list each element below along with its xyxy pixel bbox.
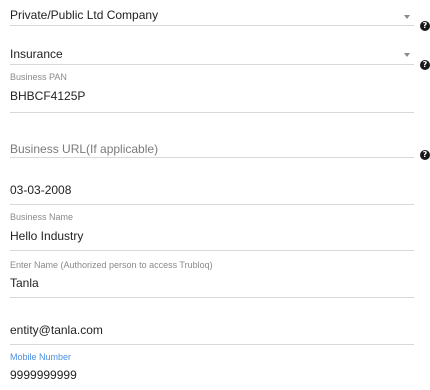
mobile-number-input[interactable]: 9999999999	[10, 368, 77, 382]
business-name-field[interactable]: Business Name Hello Industry	[10, 212, 414, 252]
industry-select[interactable]: Insurance	[10, 45, 414, 65]
business-url-field[interactable]: Business URL(If applicable)	[10, 140, 414, 160]
company-type-value: Private/Public Ltd Company	[10, 8, 159, 22]
business-pan-input[interactable]: BHBCF4125P	[10, 89, 85, 103]
authorized-name-input[interactable]: Tanla	[10, 276, 39, 290]
help-icon[interactable]: ?	[420, 60, 430, 70]
business-url-input[interactable]: Business URL(If applicable)	[10, 142, 158, 156]
email-underline	[10, 344, 414, 345]
business-url-underline	[10, 157, 414, 158]
business-pan-label: Business PAN	[10, 72, 67, 82]
industry-value: Insurance	[10, 47, 63, 61]
industry-underline	[10, 64, 414, 65]
incorporation-date-underline	[10, 204, 414, 205]
business-details-form: Private/Public Ltd Company ? Insurance ?…	[0, 0, 430, 390]
mobile-number-label: Mobile Number	[10, 352, 72, 362]
business-name-label: Business Name	[10, 212, 74, 222]
authorized-name-underline	[10, 297, 414, 298]
business-pan-field[interactable]: Business PAN BHBCF4125P	[10, 72, 414, 114]
chevron-down-icon[interactable]	[404, 15, 410, 19]
authorized-name-label: Enter Name (Authorized person to access …	[10, 260, 213, 270]
business-name-input[interactable]: Hello Industry	[10, 229, 83, 243]
help-icon[interactable]: ?	[420, 21, 430, 31]
company-type-select[interactable]: Private/Public Ltd Company	[10, 6, 414, 26]
authorized-name-field[interactable]: Enter Name (Authorized person to access …	[10, 260, 414, 300]
help-icon[interactable]: ?	[420, 150, 430, 160]
chevron-down-icon[interactable]	[404, 53, 410, 57]
business-name-underline	[10, 250, 414, 251]
email-input[interactable]: entity@tanla.com	[10, 323, 103, 337]
business-pan-underline	[10, 112, 414, 113]
mobile-number-field[interactable]: Mobile Number 9999999999	[10, 352, 414, 388]
incorporation-date-input[interactable]: 03-03-2008	[10, 183, 71, 197]
incorporation-date-field[interactable]: 03-03-2008	[10, 181, 414, 207]
company-type-underline	[10, 25, 414, 26]
email-field[interactable]: entity@tanla.com	[10, 321, 414, 347]
